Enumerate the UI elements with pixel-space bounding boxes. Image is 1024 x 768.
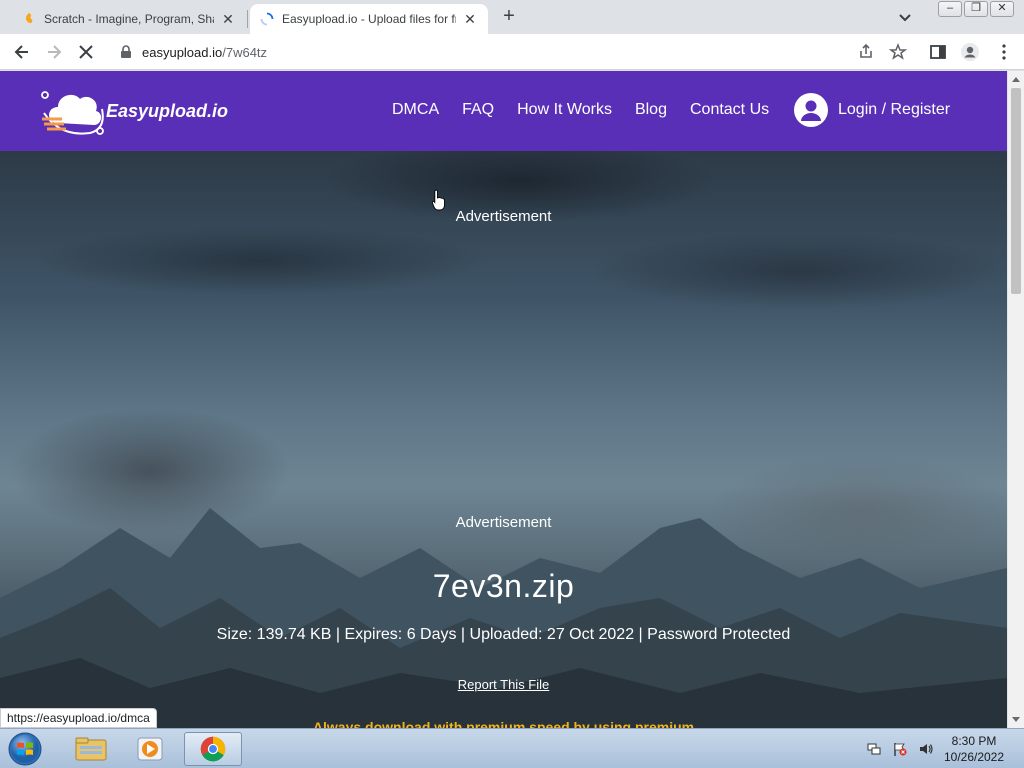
tab-scratch[interactable]: Scratch - Imagine, Program, Share ✕ [12, 4, 246, 34]
windows-taskbar: 8:30 PM 10/26/2022 [0, 728, 1024, 768]
file-explorer-icon[interactable] [62, 732, 120, 766]
clock-date: 10/26/2022 [943, 750, 1005, 764]
nav-link-dmca[interactable]: DMCA [392, 101, 439, 119]
back-arrow-icon[interactable] [12, 42, 32, 62]
forward-arrow-icon[interactable] [44, 42, 64, 62]
stop-loading-icon[interactable] [76, 42, 96, 62]
user-avatar-icon [794, 93, 828, 127]
login-register-link[interactable]: Login / Register [794, 93, 950, 127]
restore-button[interactable]: ❐ [964, 1, 988, 17]
taskbar-clock[interactable]: 8:30 PM 10/26/2022 [938, 733, 1010, 765]
main-nav: DMCA FAQ How It Works Blog Contact Us [392, 101, 792, 119]
close-tab-icon[interactable]: ✕ [462, 11, 478, 28]
windows-start-icon[interactable] [6, 731, 44, 767]
url-text[interactable]: easyupload.io/7w64tz [142, 45, 267, 60]
scroll-up-arrow-icon[interactable] [1012, 77, 1020, 82]
tab-divider [247, 10, 248, 28]
new-tab-button[interactable]: + [498, 6, 520, 28]
speaker-volume-icon[interactable] [918, 741, 934, 757]
hand-cursor-icon [432, 189, 445, 211]
clock-time: 8:30 PM [951, 734, 997, 748]
lock-icon[interactable] [120, 45, 132, 59]
kebab-menu-icon[interactable] [994, 42, 1014, 62]
tab-title: Easyupload.io - Upload files for free [282, 12, 456, 26]
browser-toolbar: easyupload.io/7w64tz [0, 34, 1024, 70]
tab-title: Scratch - Imagine, Program, Share [44, 12, 214, 26]
file-details: Size: 139.74 KB | Expires: 6 Days | Uplo… [216, 626, 791, 643]
page-viewport: Easyupload.io DMCA FAQ How It Works Blog… [0, 71, 1007, 728]
tab-easyupload[interactable]: Easyupload.io - Upload files for free ✕ [250, 4, 488, 34]
link-status-bubble: https://easyupload.io/dmca [0, 708, 157, 728]
chrome-icon[interactable] [184, 732, 242, 766]
cloud-logo-icon[interactable] [40, 83, 108, 139]
chevron-down-icon[interactable] [896, 8, 914, 26]
minimize-button[interactable]: – [938, 1, 962, 17]
advertisement-label-bottom: Advertisement [455, 514, 552, 531]
scrollbar-thumb[interactable] [1011, 88, 1021, 294]
brand-name[interactable]: Easyupload.io [106, 101, 228, 122]
nav-link-faq[interactable]: FAQ [462, 101, 494, 119]
nav-link-how-it-works[interactable]: How It Works [517, 101, 612, 119]
file-name: 7ev3n.zip [432, 568, 575, 604]
login-label: Login / Register [838, 101, 951, 118]
side-panel-icon[interactable] [928, 42, 948, 62]
address-bar[interactable]: easyupload.io/7w64tz [110, 37, 926, 67]
close-window-button[interactable]: ✕ [990, 1, 1014, 17]
page-scrollbar[interactable] [1007, 71, 1024, 728]
scroll-down-arrow-icon[interactable] [1012, 717, 1020, 722]
system-tray [866, 741, 934, 757]
bookmark-star-icon[interactable] [888, 42, 908, 62]
scratch-favicon-icon [25, 13, 33, 24]
media-player-icon[interactable] [122, 732, 180, 766]
nav-link-blog[interactable]: Blog [635, 101, 667, 119]
report-file: Report This File [0, 677, 1007, 692]
url-host: easyupload.io [142, 45, 223, 60]
profile-icon[interactable] [960, 42, 980, 62]
nav-link-contact-us[interactable]: Contact Us [690, 101, 769, 119]
close-tab-icon[interactable]: ✕ [220, 11, 236, 28]
tab-strip: Scratch - Imagine, Program, Share ✕ Easy… [0, 0, 1024, 34]
window-controls: – ❐ ✕ [938, 1, 1014, 17]
url-path: /7w64tz [222, 45, 268, 60]
action-center-flag-icon[interactable] [892, 741, 908, 757]
share-icon[interactable] [856, 42, 876, 62]
report-file-link[interactable]: Report This File [458, 677, 550, 692]
loading-spinner-icon [260, 12, 274, 26]
advertisement-label-top: Advertisement [455, 208, 552, 225]
site-header: Easyupload.io DMCA FAQ How It Works Blog… [0, 71, 1007, 151]
network-icon[interactable] [866, 741, 882, 757]
